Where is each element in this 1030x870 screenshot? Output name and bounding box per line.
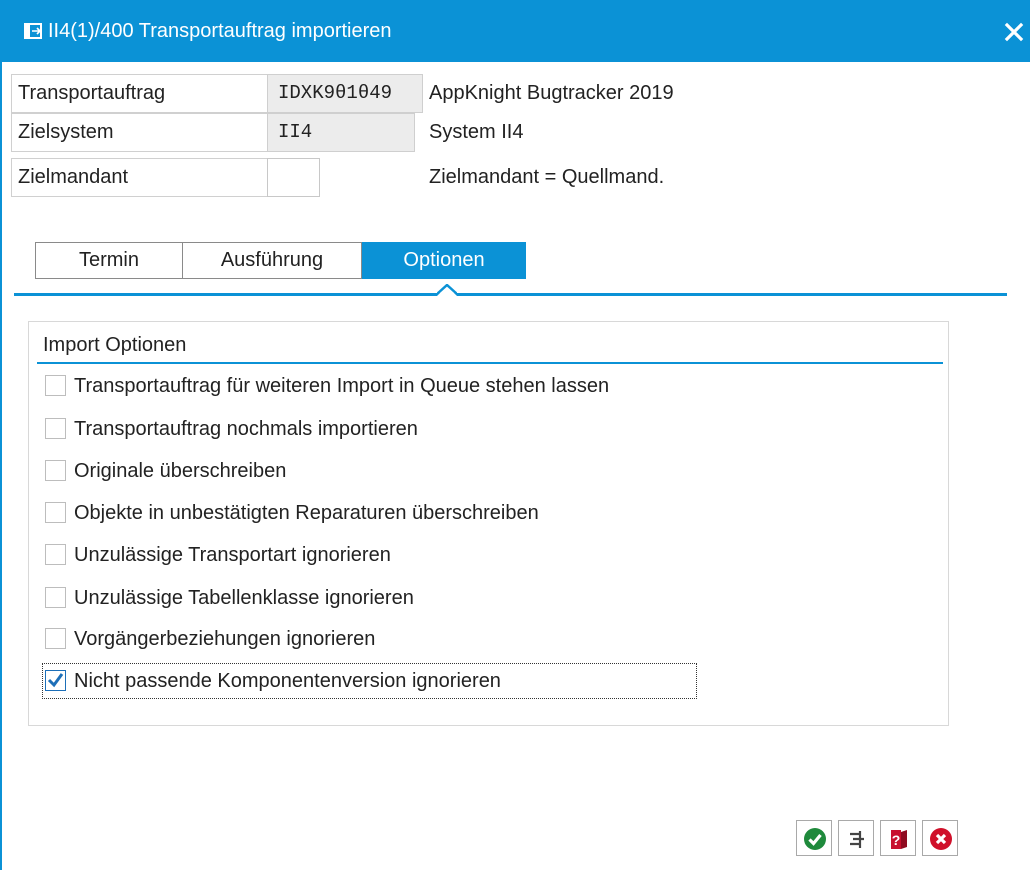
option-label: Originale überschreiben xyxy=(74,460,287,482)
checkbox[interactable] xyxy=(45,375,66,396)
checkbox[interactable] xyxy=(45,544,66,565)
checkmark-icon xyxy=(45,670,66,691)
tab-underline xyxy=(14,293,1007,296)
tab-optionen[interactable]: Optionen xyxy=(362,242,526,279)
field-label-zielmandant: Zielmandant xyxy=(11,158,268,197)
confirm-button[interactable] xyxy=(796,820,832,856)
title-bar: II4(1)/400 Transportauftrag importieren xyxy=(0,0,1030,62)
tab-indicator-notch xyxy=(437,284,457,296)
option-label: Unzulässige Transportart ignorieren xyxy=(74,544,391,566)
option-label: Objekte in unbestätigten Reparaturen übe… xyxy=(74,502,539,524)
target-system-description: System II4 xyxy=(429,121,524,143)
checkbox[interactable] xyxy=(45,628,66,649)
dialog-icon xyxy=(24,23,42,39)
help-button[interactable]: ? xyxy=(880,820,916,856)
import-options-group: Import Optionen Transportauftrag für wei… xyxy=(28,321,949,726)
step-button[interactable] xyxy=(838,820,874,856)
transport-request-description: AppKnight Bugtracker 2019 xyxy=(429,82,674,104)
check-circle-icon xyxy=(804,828,826,850)
target-client-description: Zielmandant = Quellmand. xyxy=(429,166,665,188)
checkbox-checked[interactable] xyxy=(45,670,66,691)
tab-termin[interactable]: Termin xyxy=(35,242,183,279)
checkbox[interactable] xyxy=(45,418,66,439)
group-title: Import Optionen xyxy=(43,334,187,356)
dialog-edge xyxy=(0,62,2,870)
window-title: II4(1)/400 Transportauftrag importieren xyxy=(48,20,392,42)
close-icon[interactable] xyxy=(1000,16,1028,46)
step-icon xyxy=(850,831,864,848)
cancel-circle-icon xyxy=(930,828,952,850)
option-label: Nicht passende Komponentenversion ignori… xyxy=(74,670,501,692)
tab-ausfuehrung[interactable]: Ausführung xyxy=(182,242,362,279)
target-system-value: II4 xyxy=(267,113,415,152)
field-label-transportauftrag: Transportauftrag xyxy=(11,74,268,113)
option-label: Vorgängerbeziehungen ignorieren xyxy=(74,628,376,650)
option-label: Transportauftrag nochmals importieren xyxy=(74,418,418,440)
group-divider xyxy=(37,362,943,364)
checkbox[interactable] xyxy=(45,460,66,481)
svg-text:?: ? xyxy=(892,832,901,848)
checkbox[interactable] xyxy=(45,502,66,523)
target-client-input[interactable] xyxy=(267,158,320,197)
help-book-icon: ? xyxy=(891,830,907,849)
field-label-zielsystem: Zielsystem xyxy=(11,113,268,152)
checkbox[interactable] xyxy=(45,587,66,608)
option-label: Unzulässige Tabellenklasse ignorieren xyxy=(74,587,414,609)
option-label: Transportauftrag für weiteren Import in … xyxy=(74,375,610,397)
transport-request-value: IDXK9θ1θ49 xyxy=(267,74,423,113)
cancel-button[interactable] xyxy=(922,820,958,856)
